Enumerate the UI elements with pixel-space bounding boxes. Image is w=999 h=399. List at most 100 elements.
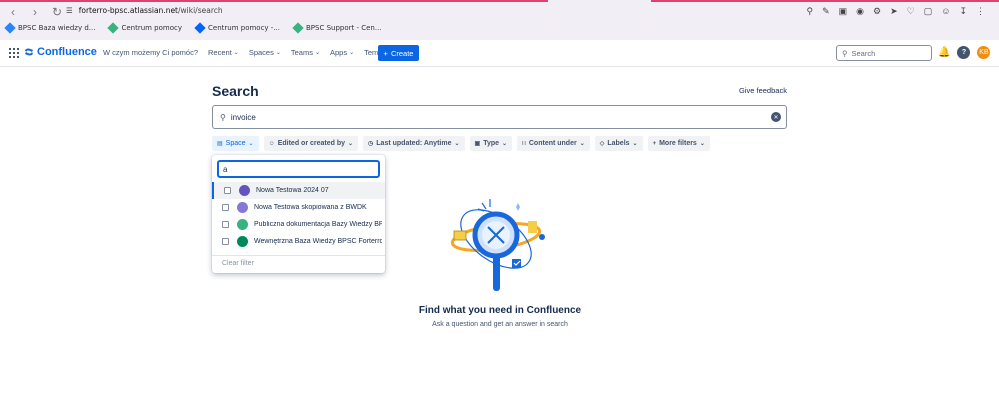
bookmark-icon [4, 22, 16, 34]
chevron-down-icon: ⌄ [699, 141, 705, 147]
confluence-logo[interactable]: Confluence [24, 46, 97, 58]
checkbox[interactable] [222, 221, 229, 228]
give-feedback-link[interactable]: Give feedback [739, 86, 787, 95]
space-option-label: Nowa Testowa 2024 07 [256, 187, 329, 194]
document-icon: ▣ [474, 141, 481, 147]
chevron-down-icon: ⌄ [349, 50, 355, 56]
bookmark-label: Centrum pomocy [121, 24, 183, 32]
chevron-down-icon: ⌄ [314, 50, 320, 56]
clear-search-icon[interactable]: ✕ [771, 112, 781, 122]
search-query-value: invoice [230, 112, 256, 122]
search-icon: ⚲ [842, 48, 848, 58]
filter-button[interactable]: ▤ Space ⌄ [212, 136, 259, 151]
filter-label: More filters [659, 140, 697, 147]
space-filter-input[interactable]: a [217, 160, 380, 178]
search-illustration [450, 199, 545, 291]
address-bar[interactable]: ☰ forterro-bpsc.atlassian.net/wiki/searc… [66, 6, 223, 15]
chevron-down-icon: ⌄ [632, 141, 638, 147]
chevron-down-icon: ⌄ [502, 141, 508, 147]
nav-item[interactable]: Teams ⌄ [291, 48, 320, 57]
plus-icon: + [383, 48, 388, 58]
filter-bar: ▤ Space ⌄ ☺ Edited or created by ⌄ ◷ Last updat… [212, 136, 710, 151]
filter-button[interactable]: ◇ Labels ⌄ [594, 136, 643, 151]
space-option-label: Wewnętrzna Baza Wiedzy BPSC Forterro [254, 238, 382, 245]
filter-button[interactable]: ∷ Content under ⌄ [517, 136, 590, 151]
profile-icon[interactable]: ☺ [941, 6, 950, 17]
app-header: Confluence W czym możemy Ci pomóc? Recent… [0, 40, 999, 67]
menu-icon[interactable]: ⋮ [976, 6, 985, 17]
empty-state-subtitle: Ask a question and get an answer in sear… [432, 321, 568, 328]
zoom-icon[interactable]: ⚲ [807, 6, 814, 17]
filter-button[interactable]: ☺ Edited or created by ⌄ [263, 136, 359, 151]
search-icon: ⚲ [220, 112, 226, 122]
bookmark-item[interactable]: BPSC Support - Cen... [292, 22, 382, 34]
chevron-down-icon: ⌄ [579, 141, 585, 147]
download-icon[interactable]: ↧ [959, 6, 967, 17]
page-title: Search [212, 83, 259, 99]
settings-icon[interactable]: ⚙ [873, 6, 881, 17]
filter-label: Type [483, 140, 500, 147]
send-icon[interactable]: ➤ [890, 6, 898, 17]
heart-icon[interactable]: ♡ [907, 6, 915, 17]
filter-label: Content under [528, 140, 577, 147]
reload-icon[interactable]: ↻ [50, 5, 64, 19]
bookmark-item[interactable]: Centrum pomocy -... [194, 22, 280, 34]
create-button[interactable]: + Create [378, 45, 419, 61]
bookmark-label: BPSC Support - Cen... [306, 24, 382, 32]
filter-button[interactable]: + More filters ⌄ [647, 136, 710, 151]
bookmark-item[interactable]: Centrum pomocy [107, 22, 183, 34]
tab-indicator [651, 0, 999, 2]
divider [212, 255, 385, 256]
nav-item[interactable]: Spaces ⌄ [249, 48, 281, 57]
clock-icon: ◷ [368, 141, 374, 147]
space-option[interactable]: Wewnętrzna Baza Wiedzy BPSC Forterro [212, 233, 385, 250]
nav-item-label: Spaces [248, 48, 274, 57]
screenshot-icon[interactable]: ▣ [839, 6, 848, 17]
space-filter-dropdown: a Nowa Testowa 2024 07 Nowa Testowa skopi… [212, 155, 385, 273]
chevron-down-icon: ⌄ [454, 141, 460, 147]
edit-icon[interactable]: ✎ [822, 6, 830, 17]
forward-icon[interactable]: › [28, 5, 42, 19]
search-query-input[interactable]: ⚲ invoice ✕ [212, 105, 787, 129]
app-switcher-icon[interactable] [9, 48, 19, 58]
chevron-down-icon: ⌄ [248, 141, 254, 147]
hierarchy-icon: ∷ [522, 141, 526, 147]
space-option[interactable]: Nowa Testowa skopiowana z BWDK [212, 199, 385, 216]
bookmark-icon [194, 22, 206, 34]
checkbox[interactable] [222, 238, 229, 245]
site-info-icon[interactable]: ☰ [66, 6, 73, 15]
back-icon[interactable]: ‹ [6, 5, 20, 19]
box-icon[interactable]: ▢ [924, 6, 933, 17]
help-icon[interactable]: ? [957, 46, 971, 59]
checkbox[interactable] [224, 187, 231, 194]
nav-item[interactable]: Recent ⌄ [208, 48, 239, 57]
empty-state-title: Find what you need in Confluence [418, 305, 582, 316]
bookmark-item[interactable]: BPSC Baza wiedzy d... [4, 22, 95, 34]
search-placeholder: Search [851, 48, 876, 58]
tag-icon: ◇ [599, 141, 605, 147]
clear-filter-button[interactable]: Clear filter [222, 260, 254, 267]
confluence-icon [25, 48, 33, 56]
bookmark-label: Centrum pomocy -... [208, 24, 280, 32]
checkbox[interactable] [222, 204, 229, 211]
space-icon: ▤ [217, 141, 223, 147]
global-search-input[interactable]: ⚲ Search [836, 45, 932, 61]
space-avatar-icon [237, 219, 248, 230]
space-option[interactable]: Publiczna dokumentacja Bazy Wiedzy BPSC [212, 216, 385, 233]
filter-button[interactable]: ◷ Last updated: Anytime ⌄ [363, 136, 465, 151]
nav-item[interactable]: W czym możemy Ci pomóc? [103, 48, 198, 57]
avatar[interactable]: KB [977, 46, 991, 59]
url-host: forterro-bpsc.atlassian.net [78, 6, 178, 15]
bookmarks-bar: BPSC Baza wiedzy d... Centrum pomocy Centr… [4, 22, 382, 34]
browser-toolbar: ‹ › ↻ ☰ forterro-bpsc.atlassian.net/wiki… [0, 0, 999, 40]
extension-icon[interactable]: ◉ [856, 6, 864, 17]
space-avatar-icon [237, 202, 248, 213]
create-label: Create [390, 48, 414, 58]
space-option[interactable]: Nowa Testowa 2024 07 [212, 182, 385, 199]
filter-button[interactable]: ▣ Type ⌄ [469, 136, 513, 151]
nav-item-label: Apps [330, 48, 348, 57]
notifications-icon[interactable]: 🔔 [938, 47, 950, 58]
space-avatar-icon [239, 185, 250, 196]
nav-item-label: Recent [208, 48, 232, 57]
nav-item[interactable]: Apps ⌄ [330, 48, 354, 57]
